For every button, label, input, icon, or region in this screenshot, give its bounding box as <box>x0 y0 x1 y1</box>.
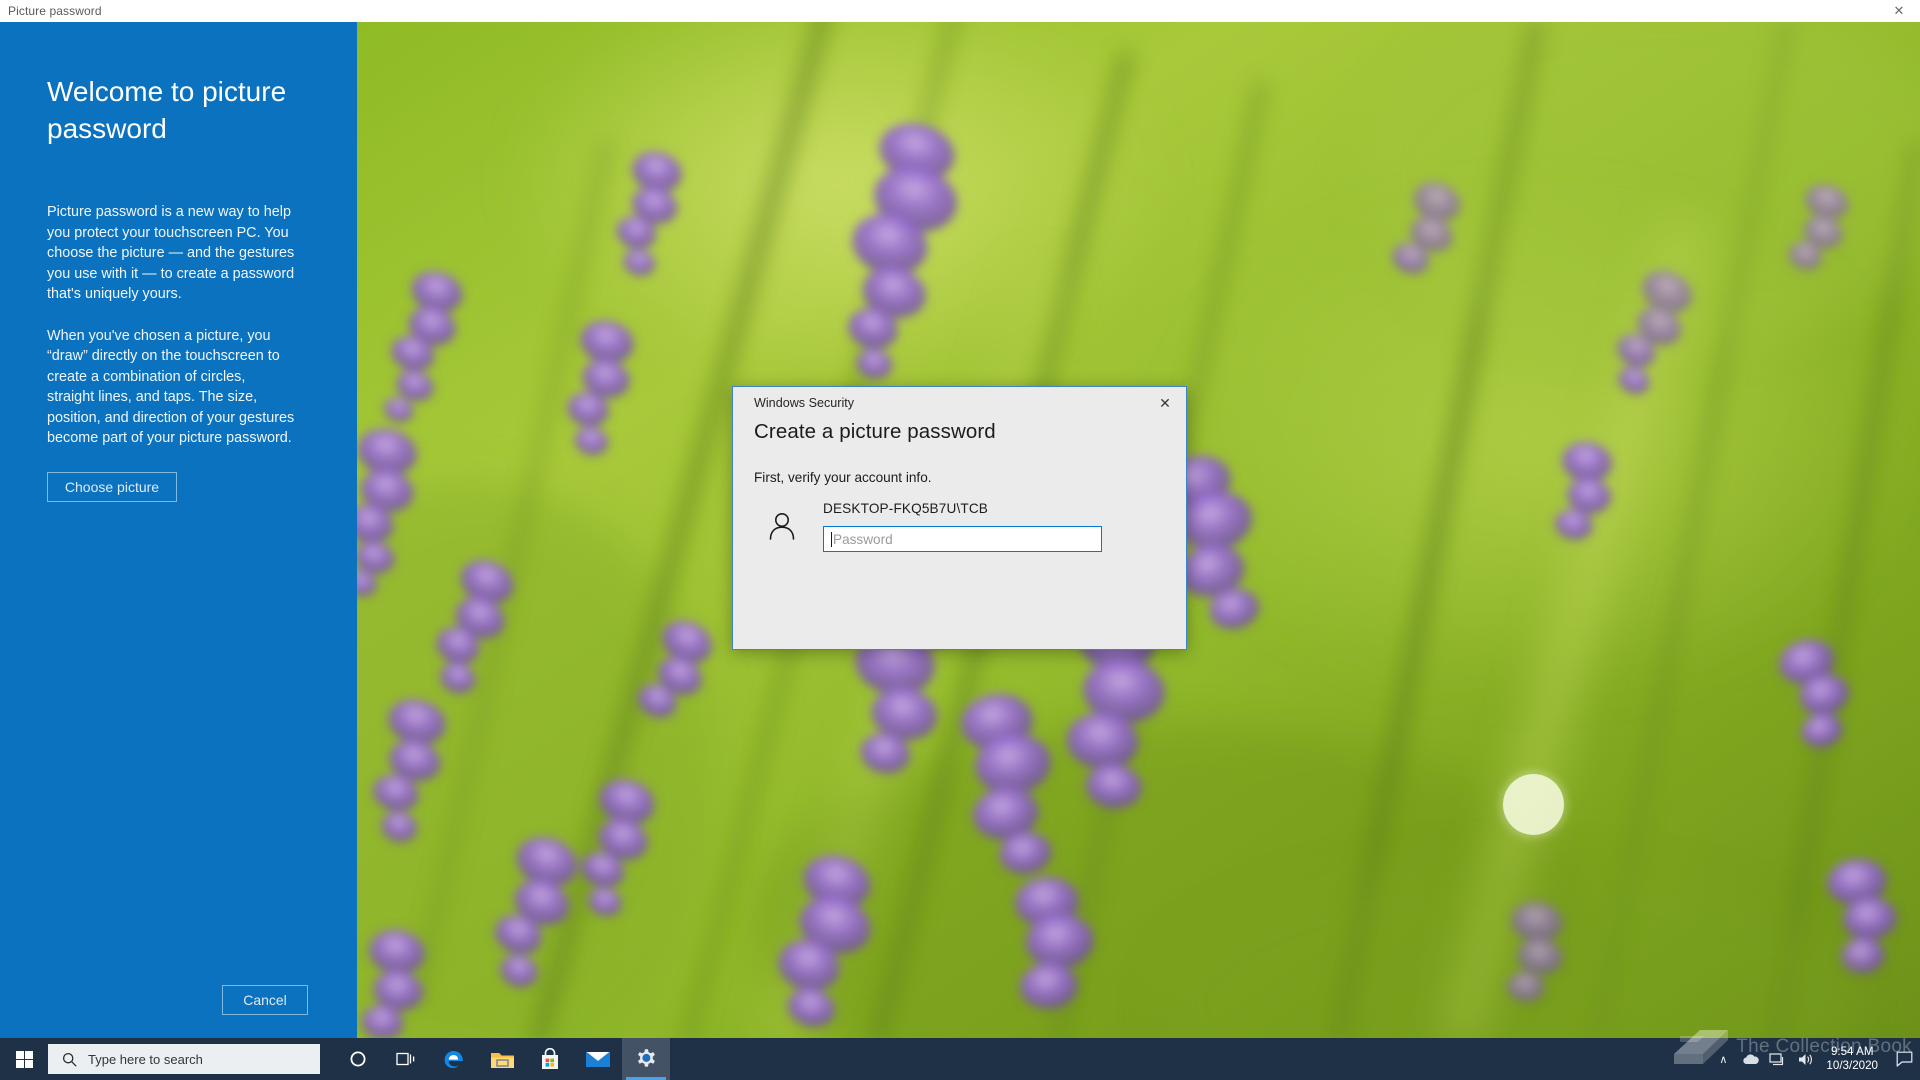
window-titlebar: Picture password ✕ <box>0 0 1920 22</box>
search-placeholder: Type here to search <box>88 1051 203 1067</box>
task-view-icon[interactable] <box>382 1038 430 1080</box>
microsoft-store-icon[interactable] <box>526 1038 574 1080</box>
action-center-icon[interactable] <box>1888 1051 1920 1067</box>
file-explorer-icon[interactable] <box>478 1038 526 1080</box>
mail-icon[interactable] <box>574 1038 622 1080</box>
close-icon[interactable]: ✕ <box>1878 0 1920 22</box>
windows-security-dialog: Windows Security ✕ Create a picture pass… <box>732 386 1187 650</box>
dialog-caption: Windows Security <box>754 396 855 410</box>
user-account-icon <box>769 513 795 540</box>
onedrive-icon[interactable] <box>1736 1038 1764 1080</box>
cancel-button[interactable]: Cancel <box>222 985 308 1015</box>
network-icon[interactable] <box>1764 1038 1792 1080</box>
touch-gesture-indicator <box>1503 774 1564 835</box>
clock[interactable]: 9:54 AM 10/3/2020 <box>1820 1038 1888 1080</box>
volume-icon[interactable] <box>1792 1038 1820 1080</box>
account-name-label: DESKTOP-FKQ5B7U\TCB <box>823 501 989 516</box>
cortana-icon[interactable] <box>334 1038 382 1080</box>
search-input[interactable]: Type here to search <box>48 1044 320 1074</box>
system-tray: ∧ 9:54 AM 10/3/2020 <box>1710 1038 1920 1080</box>
password-placeholder: Password <box>833 531 893 547</box>
taskbar: Type here to search ∧ 9:54 AM 10/3/2020 <box>0 1038 1920 1080</box>
dialog-close-icon[interactable]: ✕ <box>1146 389 1184 417</box>
intro-paragraph-2: When you've chosen a picture, you “draw”… <box>47 327 295 447</box>
settings-icon[interactable] <box>622 1038 670 1080</box>
clock-time: 9:54 AM <box>1830 1045 1874 1058</box>
taskbar-icons <box>334 1038 670 1080</box>
search-icon <box>62 1052 77 1067</box>
choose-picture-button[interactable]: Choose picture <box>47 472 177 502</box>
password-input[interactable]: Password <box>823 526 1102 552</box>
screen: Picture password ✕ Welcome to picture pa… <box>0 0 1920 1080</box>
clock-date: 10/3/2020 <box>1826 1059 1878 1072</box>
text-caret <box>831 531 832 547</box>
page-title: Welcome to picture password <box>47 76 287 144</box>
windows-logo-icon <box>15 1050 33 1068</box>
dialog-subtitle: First, verify your account info. <box>754 470 932 485</box>
show-hidden-icons-chevron[interactable]: ∧ <box>1710 1038 1736 1080</box>
start-button[interactable] <box>0 1038 48 1080</box>
intro-description: Picture password is a new way to help yo… <box>47 202 295 470</box>
intro-paragraph-1: Picture password is a new way to help yo… <box>47 204 295 302</box>
window-title: Picture password <box>8 4 102 18</box>
edge-icon[interactable] <box>430 1038 478 1080</box>
picture-password-intro-panel: Welcome to picture password Picture pass… <box>0 22 357 1045</box>
dialog-heading: Create a picture password <box>754 420 996 443</box>
